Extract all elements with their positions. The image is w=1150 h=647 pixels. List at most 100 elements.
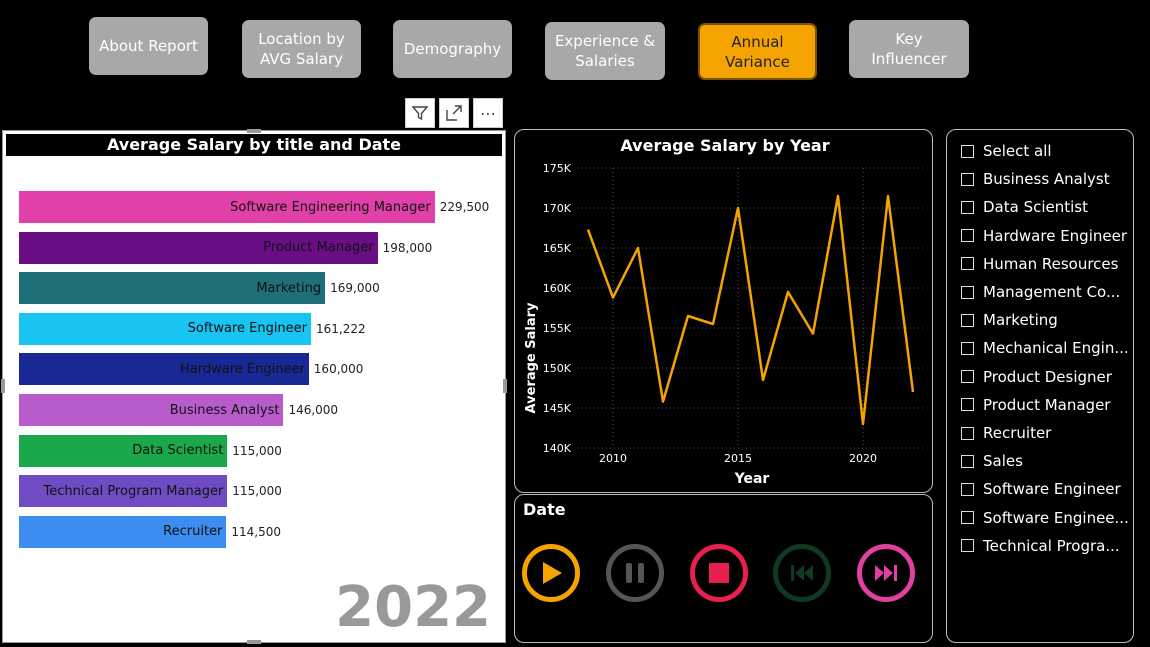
annual-variance-button[interactable]: Annual Variance [698,23,817,80]
y-tick-label: 155K [543,322,572,335]
skip-forward-icon [875,565,897,581]
bar[interactable]: Technical Program Manager [19,475,228,508]
checkbox[interactable] [961,200,974,214]
line-chart-title: Average Salary by Year [620,136,829,155]
checkbox[interactable] [961,398,974,412]
checkbox[interactable] [961,341,974,355]
checkbox[interactable] [961,511,974,525]
previous-button[interactable] [773,544,831,602]
slicer-item-label: Software Engineer [983,480,1121,499]
bar[interactable]: Recruiter [19,515,227,548]
select-all-checkbox-item[interactable]: Select all [961,139,1052,163]
series-line[interactable] [586,194,915,426]
bar-category-label: Software Engineer [187,321,308,337]
play-button[interactable] [522,544,580,602]
bar-value-label: 229,500 [439,200,490,214]
bar[interactable]: Data Scientist [19,434,228,467]
y-tick-label: 145K [543,402,572,415]
axis-ticks: 140K 145K 150K 155K 160K 165K 170K 175K 2010 2015… [543,162,877,465]
checkbox[interactable] [961,285,974,299]
bar-value-label: 160,000 [313,362,364,377]
slicer-item[interactable]: Technical Progra... [961,534,1120,558]
resize-handle[interactable] [1,379,5,393]
slicer-item-label: Product Manager [983,395,1111,414]
slicer-item[interactable]: Human Resources [961,252,1118,276]
slicer-item[interactable]: Management Co... [961,280,1120,304]
y-axis-label: Average Salary [524,302,539,413]
nav-label: Experience & Salaries [554,32,656,70]
slicer-item-label: Sales [983,452,1023,471]
bar[interactable]: Software Engineer [19,312,312,345]
stop-icon [709,563,729,583]
y-tick-label: 170K [543,202,572,215]
slicer-item-label: Business Analyst [983,170,1110,189]
filter-icon[interactable] [405,98,435,128]
bar-chart-visual[interactable]: Average Salary by title and Date Softwar… [1,129,507,644]
about-report-button[interactable]: About Report [89,17,208,75]
checkbox[interactable] [961,229,974,243]
slicer-item-label: Hardware Engineer [983,226,1127,245]
slicer-item[interactable]: Marketing [961,308,1058,332]
bar[interactable]: Business Analyst [19,394,284,426]
bar[interactable]: Marketing [19,272,326,305]
checkbox[interactable] [961,257,974,271]
bar-value-label: 198,000 [382,240,433,255]
slicer-item-label: Technical Progra... [983,536,1120,555]
slicer-item-label: Mechanical Engin... [983,339,1129,358]
grid-lines [578,167,923,449]
slicer-item-label: Select all [983,142,1052,160]
next-button[interactable] [857,544,915,602]
checkbox[interactable] [961,539,974,553]
nav-label: Location by AVG Salary [258,30,345,68]
slicer-item[interactable]: Data Scientist [961,195,1088,219]
checkbox[interactable] [961,172,974,186]
bar-value-label: 146,000 [288,403,339,417]
checkbox[interactable] [961,144,974,158]
y-tick-label: 165K [543,242,572,255]
stop-button[interactable] [690,544,748,602]
checkbox[interactable] [961,370,974,384]
resize-handle[interactable] [247,129,261,133]
checkbox[interactable] [961,426,974,440]
bar[interactable]: Product Manager [19,231,378,264]
pause-button[interactable] [606,544,664,602]
slicer-item[interactable]: Business Analyst [961,167,1110,191]
slicer-item[interactable]: Recruiter [961,421,1051,445]
line-chart-panel[interactable]: Average Salary by Year Year Average Sala… [514,129,933,493]
checkbox[interactable] [961,454,974,468]
checkbox[interactable] [961,313,974,327]
bar-category-label: Marketing [256,280,322,296]
slicer-item[interactable]: Product Designer [961,365,1112,389]
line-chart: Average Salary by Year Year Average Sala… [524,136,923,487]
more-options-icon[interactable]: ⋯ [473,98,503,128]
bar-category-label: Hardware Engineer [180,361,305,377]
bar[interactable]: Software Engineering Manager [19,191,435,223]
slicer-item[interactable]: Mechanical Engin... [961,336,1129,360]
bar-category-label: Recruiter [163,524,223,540]
demography-button[interactable]: Demography [393,20,512,78]
x-tick-label: 2010 [599,452,627,465]
slicer-item[interactable]: Product Manager [961,393,1110,417]
slicer-item[interactable]: Software Enginee... [961,506,1129,530]
bar-category-label: Technical Program Manager [43,483,224,499]
bar-category-label: Business Analyst [169,402,280,418]
y-tick-label: 175K [543,162,572,175]
visual-toolbar: ⋯ [405,98,503,128]
checkbox[interactable] [961,482,974,496]
resize-handle[interactable] [247,640,261,644]
slicer-item[interactable]: Software Engineer [961,477,1121,501]
location-avg-salary-button[interactable]: Location by AVG Salary [242,20,361,78]
bar[interactable]: Hardware Engineer [19,353,309,386]
resize-handle[interactable] [503,379,507,393]
bar-category-label: Product Manager [263,240,374,256]
slicer-item[interactable]: Sales [961,449,1023,473]
y-tick-label: 140K [543,442,572,455]
slicer-item[interactable]: Hardware Engineer [961,224,1127,248]
bar-value-label: 161,222 [316,321,366,336]
y-tick-label: 160K [543,282,572,295]
experience-salaries-button[interactable]: Experience & Salaries [545,22,665,80]
key-influencer-button[interactable]: Key Influencer [849,20,969,78]
bar-value-label: 115,000 [232,443,282,458]
x-tick-label: 2015 [724,452,752,465]
focus-mode-icon[interactable] [439,98,469,128]
